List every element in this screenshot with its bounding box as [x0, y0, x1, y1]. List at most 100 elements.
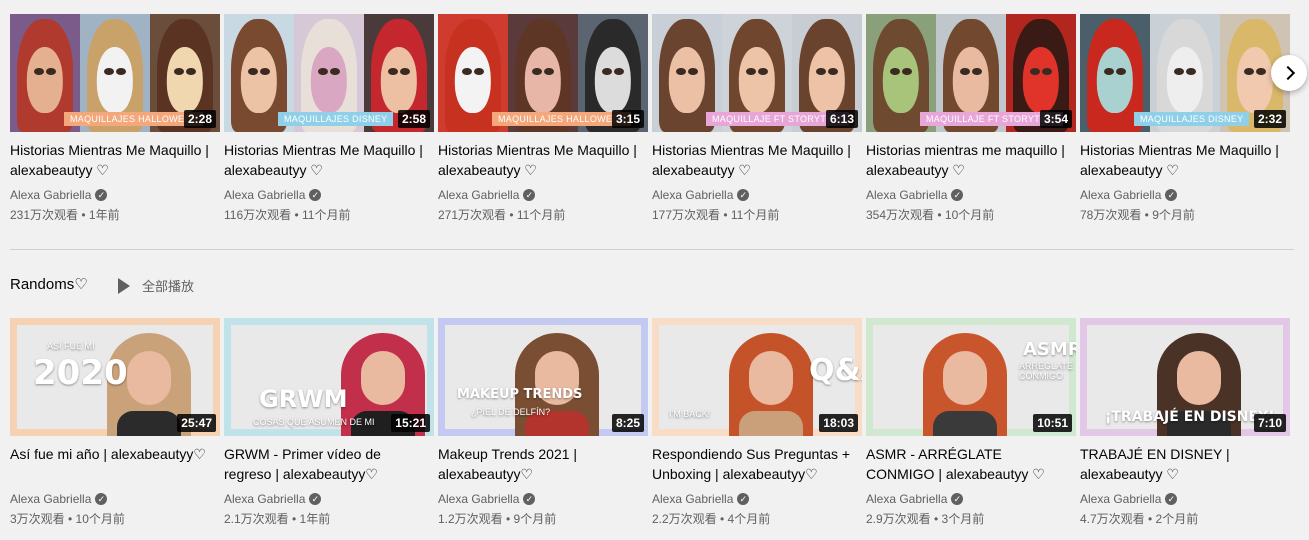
shelf-title[interactable]: Randoms♡ [10, 275, 88, 293]
channel-row: Alexa Gabriella ✓ [652, 492, 862, 506]
thumbnail-subtext: ASÍ FUE MI [47, 341, 95, 351]
video-thumbnail[interactable]: Q&A I'M BACK! 18:03 [652, 318, 862, 436]
duration-badge: 3:15 [611, 110, 644, 128]
video-meta: 1.2万次观看 • 9个月前 [438, 512, 557, 526]
video-card[interactable]: Q&A I'M BACK! 18:03 Respondiendo Sus Pregun… [652, 318, 862, 527]
play-icon [118, 277, 130, 294]
face-shape [166, 47, 204, 114]
shelf-2-row: 2020 ASÍ FUE MI 25:47 Así fue mi año | alex… [10, 318, 1290, 527]
video-card[interactable]: ¡TRABAJÉ EN DISNEY! 7:10 TRABAJÉ EN DISNEY… [1080, 318, 1290, 527]
video-thumbnail[interactable]: MAQUILLAJES DISNEY 2:32 [1080, 14, 1290, 132]
video-title[interactable]: Historias mientras me maquillo | alexabe… [866, 140, 1066, 180]
thumbnail-tag: MAQUILLAJES HALLOWEEN [492, 112, 632, 126]
video-thumbnail[interactable]: MAKEUP TRENDS ¿PIEL DE DELFÍN? 8:25 [438, 318, 648, 436]
channel-name[interactable]: Alexa Gabriella [866, 188, 947, 202]
face-shape [240, 47, 278, 114]
face-shape [882, 47, 920, 114]
verified-icon: ✓ [309, 493, 322, 505]
thumbnail-tag: MAQUILLAJES HALLOWEEN [64, 112, 204, 126]
video-meta: 2.9万次观看 • 3个月前 [866, 512, 985, 526]
thumbnail-subtext: ARRÉGLATE CONMIGO [1019, 361, 1073, 381]
face-shape [1096, 47, 1134, 114]
video-title[interactable]: Así fue mi año | alexabeautyy♡ [10, 444, 210, 484]
video-card[interactable]: MAQUILLAJES DISNEY 2:58 Historias Mientras… [224, 14, 434, 223]
video-title[interactable]: Respondiendo Sus Preguntas + Unboxing | … [652, 444, 852, 484]
body-shape [117, 411, 181, 436]
channel-name[interactable]: Alexa Gabriella [224, 188, 305, 202]
video-title[interactable]: Historias Mientras Me Maquillo | alexabe… [10, 140, 210, 180]
video-meta: 2.2万次观看 • 4个月前 [652, 512, 771, 526]
thumbnail-subtext: ¿PIEL DE DELFÍN? [471, 407, 551, 417]
face-shape [749, 351, 793, 405]
channel-name[interactable]: Alexa Gabriella [1080, 492, 1161, 506]
channel-name[interactable]: Alexa Gabriella [10, 188, 91, 202]
channel-name[interactable]: Alexa Gabriella [652, 492, 733, 506]
video-meta: 116万次观看 • 11个月前 [224, 208, 351, 222]
video-meta: 271万次观看 • 11个月前 [438, 208, 566, 222]
face-shape [1236, 47, 1274, 114]
play-all-label: 全部播放 [142, 279, 195, 294]
thumbnail-scene: MAKEUP TRENDS ¿PIEL DE DELFÍN? [445, 325, 641, 436]
next-arrow-button[interactable] [1271, 55, 1307, 91]
video-title[interactable]: Historias Mientras Me Maquillo | alexabe… [1080, 140, 1280, 180]
video-meta: 2.1万次观看 • 1年前 [224, 512, 331, 526]
verified-icon: ✓ [523, 189, 536, 201]
section-divider [10, 249, 1294, 250]
body-shape [933, 411, 997, 436]
video-thumbnail[interactable]: MAQUILLAJE FT STORYTIME 6:13 [652, 14, 862, 132]
video-card[interactable]: MAQUILLAJES HALLOWEEN 2:28 Historias Mient… [10, 14, 220, 223]
video-thumbnail[interactable]: MAQUILLAJE FT STORYTIME 3:54 [866, 14, 1076, 132]
video-card[interactable]: MAQUILLAJE FT STORYTIME 6:13 Historias Mie… [652, 14, 862, 223]
face-shape [310, 47, 348, 114]
video-card[interactable]: 2020 ASÍ FUE MI 25:47 Así fue mi año | alex… [10, 318, 220, 527]
face-shape [668, 47, 706, 114]
face-shape [808, 47, 846, 114]
channel-name[interactable]: Alexa Gabriella [438, 188, 519, 202]
shelf-1-row: MAQUILLAJES HALLOWEEN 2:28 Historias Mient… [10, 14, 1290, 223]
channel-name[interactable]: Alexa Gabriella [652, 188, 733, 202]
duration-badge: 8:25 [611, 414, 644, 432]
verified-icon: ✓ [951, 189, 964, 201]
video-thumbnail[interactable]: ¡TRABAJÉ EN DISNEY! 7:10 [1080, 318, 1290, 436]
channel-row: Alexa Gabriella ✓ [438, 188, 648, 202]
play-all-button[interactable]: 全部播放 [118, 276, 194, 295]
video-card[interactable]: GRWM COSAS QUE ASUMEN DE MI 15:21 GRWM - Pr… [224, 318, 434, 527]
video-meta: 78万次观看 • 9个月前 [1080, 208, 1195, 222]
body-shape [739, 411, 803, 436]
video-card[interactable]: MAQUILLAJE FT STORYTIME 3:54 Historias mie… [866, 14, 1076, 223]
video-card[interactable]: MAQUILLAJES DISNEY 2:32 Historias Mientras… [1080, 14, 1290, 223]
video-meta: 354万次观看 • 10个月前 [866, 208, 995, 222]
channel-name[interactable]: Alexa Gabriella [10, 492, 91, 506]
video-thumbnail[interactable]: MAQUILLAJES HALLOWEEN 3:15 [438, 14, 648, 132]
video-thumbnail[interactable]: ASMR ARRÉGLATE CONMIGO 10:51 [866, 318, 1076, 436]
video-thumbnail[interactable]: GRWM COSAS QUE ASUMEN DE MI 15:21 [224, 318, 434, 436]
verified-icon: ✓ [737, 189, 750, 201]
video-meta: 4.7万次观看 • 2个月前 [1080, 512, 1199, 526]
video-title[interactable]: ASMR - ARRÉGLATE CONMIGO | alexabeautyy … [866, 444, 1066, 484]
video-title[interactable]: Historias Mientras Me Maquillo | alexabe… [438, 140, 638, 180]
channel-row: Alexa Gabriella ✓ [10, 492, 220, 506]
video-thumbnail[interactable]: MAQUILLAJES DISNEY 2:58 [224, 14, 434, 132]
channel-name[interactable]: Alexa Gabriella [866, 492, 947, 506]
channel-name[interactable]: Alexa Gabriella [438, 492, 519, 506]
video-thumbnail[interactable]: MAQUILLAJES HALLOWEEN 2:28 [10, 14, 220, 132]
video-title[interactable]: Historias Mientras Me Maquillo | alexabe… [652, 140, 852, 180]
video-card[interactable]: ASMR ARRÉGLATE CONMIGO 10:51 ASMR - ARRÉGLA… [866, 318, 1076, 527]
video-meta: 3万次观看 • 10个月前 [10, 512, 125, 526]
channel-name[interactable]: Alexa Gabriella [1080, 188, 1161, 202]
thumbnail-tag: MAQUILLAJES DISNEY [1134, 112, 1250, 126]
video-title[interactable]: Makeup Trends 2021 | alexabeautyy♡ [438, 444, 638, 484]
duration-badge: 10:51 [1033, 414, 1072, 432]
channel-row: Alexa Gabriella ✓ [438, 492, 648, 506]
video-thumbnail[interactable]: 2020 ASÍ FUE MI 25:47 [10, 318, 220, 436]
video-card[interactable]: MAKEUP TRENDS ¿PIEL DE DELFÍN? 8:25 Makeup … [438, 318, 648, 527]
video-title[interactable]: Historias Mientras Me Maquillo | alexabe… [224, 140, 424, 180]
video-title[interactable]: GRWM - Primer vídeo de regreso | alexabe… [224, 444, 424, 484]
video-title[interactable]: TRABAJÉ EN DISNEY | alexabeautyy ♡ [1080, 444, 1280, 484]
video-card[interactable]: MAQUILLAJES HALLOWEEN 3:15 Historias Mient… [438, 14, 648, 223]
channel-row: Alexa Gabriella ✓ [10, 188, 220, 202]
duration-badge: 2:58 [397, 110, 430, 128]
thumbnail-headline: GRWM [259, 385, 348, 413]
channel-name[interactable]: Alexa Gabriella [224, 492, 305, 506]
duration-badge: 2:32 [1253, 110, 1286, 128]
